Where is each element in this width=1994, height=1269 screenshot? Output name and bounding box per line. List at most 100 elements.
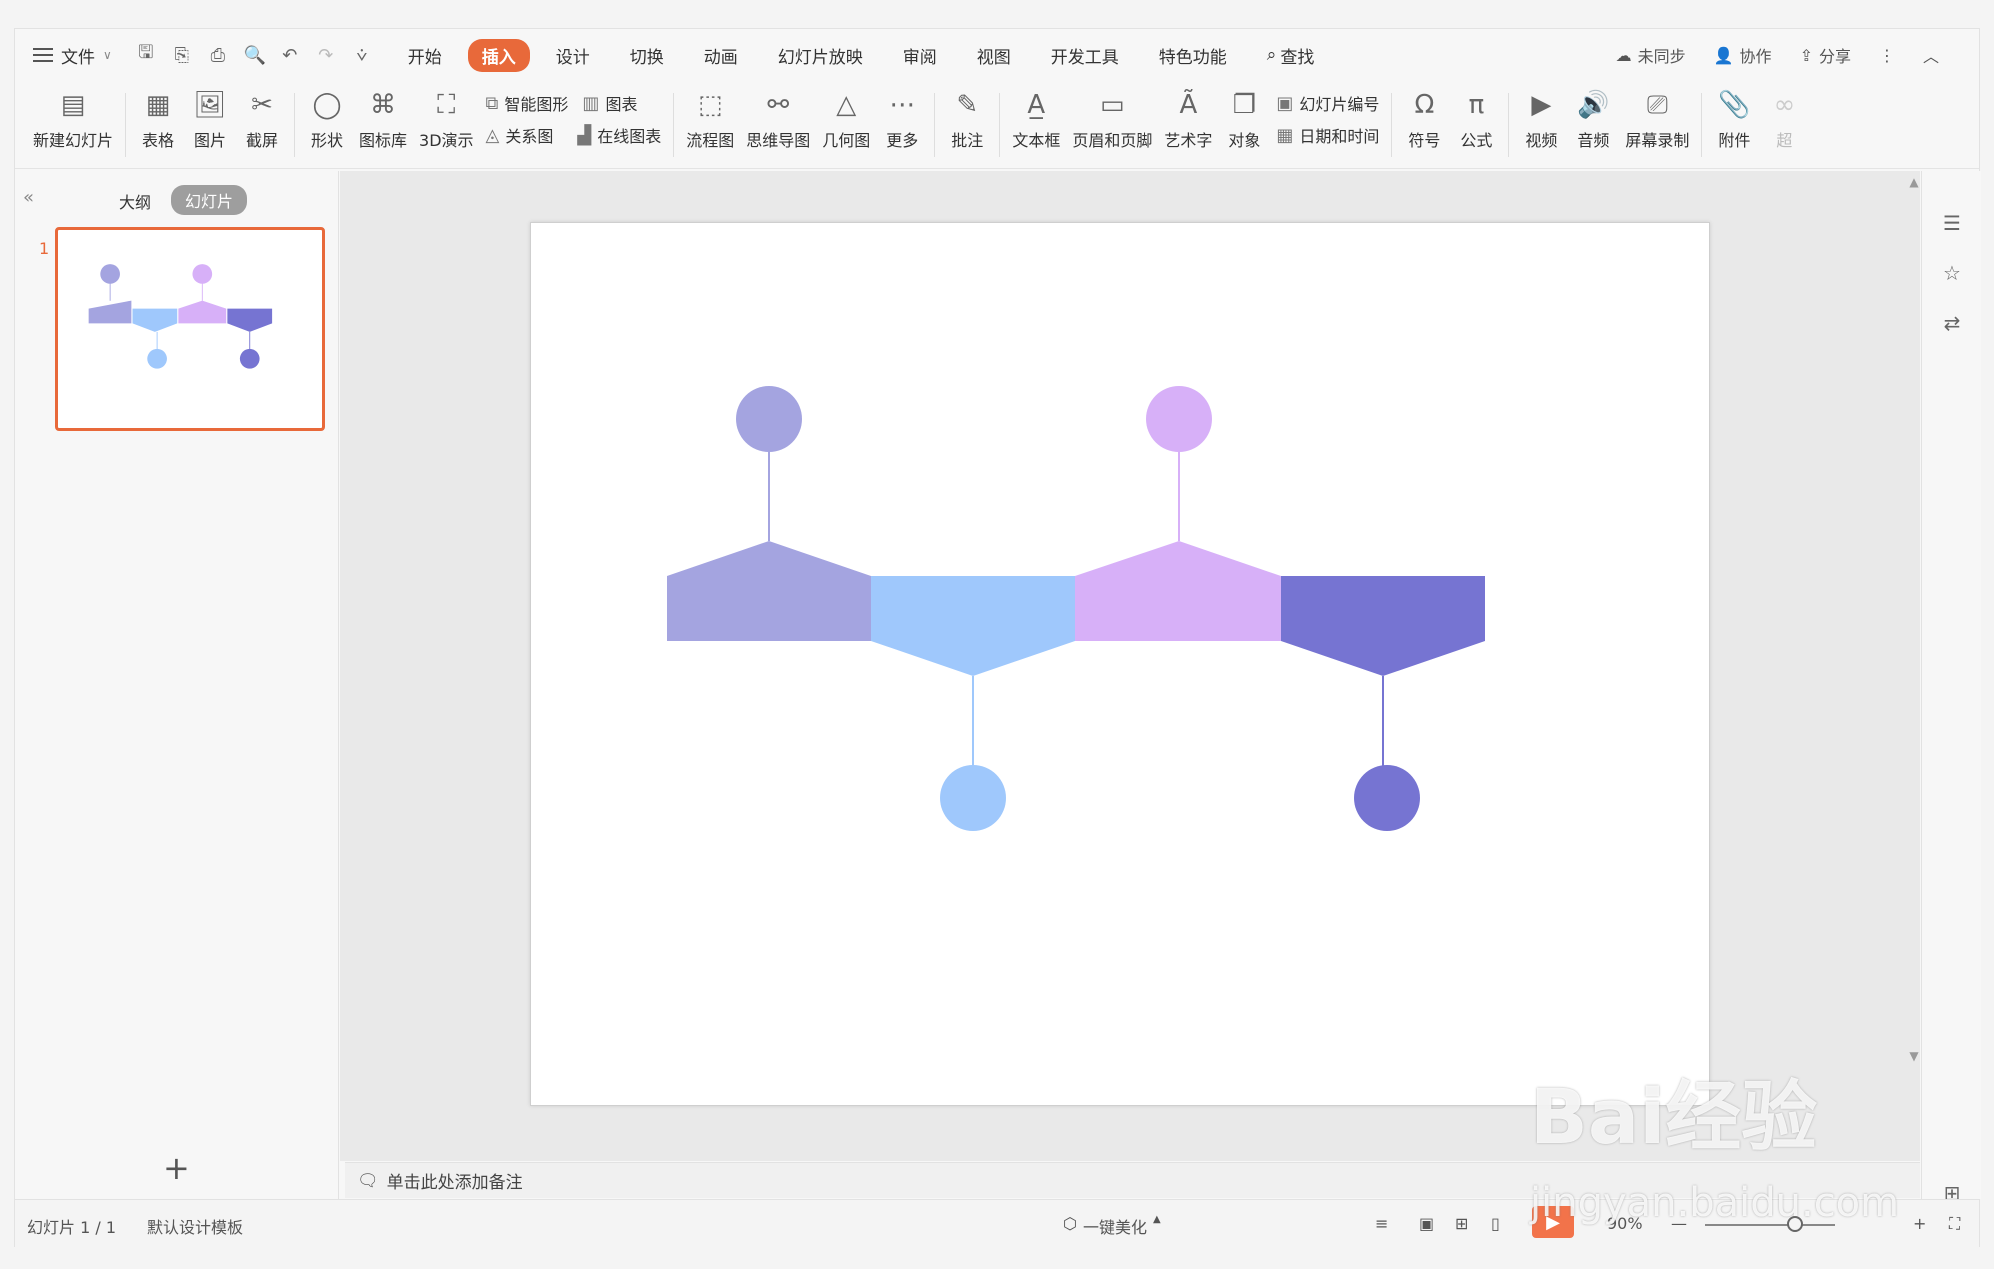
slide-canvas[interactable] bbox=[530, 222, 1710, 1106]
more-button[interactable]: ⋯ 更多 bbox=[876, 81, 928, 151]
video-icon: ▶ bbox=[1531, 90, 1552, 120]
header-footer-button[interactable]: ▭ 页眉和页脚 bbox=[1066, 81, 1158, 151]
online-chart-label[interactable]: 在线图表 bbox=[597, 123, 661, 147]
relation-button[interactable]: ◬ 关系图 ▟ 在线图表 bbox=[486, 123, 662, 147]
pentagon-down-4[interactable] bbox=[1281, 576, 1485, 676]
search-button[interactable]: ⌕ 查找 bbox=[1253, 39, 1329, 72]
smart-art-label: 智能图形 bbox=[504, 95, 569, 114]
swap-icon[interactable]: ⇄ bbox=[1940, 311, 1964, 335]
divider bbox=[999, 93, 1001, 157]
object-icon: ❐ bbox=[1232, 90, 1257, 120]
formula-button[interactable]: π 公式 bbox=[1450, 81, 1502, 151]
mindmap-button[interactable]: ⚯ 思维导图 bbox=[740, 81, 816, 151]
collapse-panel-icon[interactable]: « bbox=[23, 187, 34, 208]
file-menu[interactable]: 文件 ∨ bbox=[33, 43, 112, 68]
audio-button[interactable]: 🔊 音频 bbox=[1567, 81, 1619, 151]
collapse-ribbon-icon[interactable]: ︿ bbox=[1923, 43, 1939, 67]
reading-view-icon[interactable]: ▯ bbox=[1491, 1214, 1500, 1233]
table-button[interactable]: ▦ 表格 bbox=[132, 81, 184, 151]
hyperlink-button[interactable]: ∞ 超 bbox=[1760, 81, 1808, 151]
slide-thumbnail-number: 1 bbox=[39, 239, 50, 258]
scroll-down-icon[interactable]: ▼ bbox=[1907, 1049, 1921, 1063]
pentagon-up-3[interactable] bbox=[1075, 541, 1281, 641]
3d-demo-button[interactable]: ⛶ 3D演示 bbox=[413, 81, 480, 151]
screenshot-button[interactable]: ✂ 截屏 bbox=[236, 81, 288, 151]
tab-features[interactable]: 特色功能 bbox=[1145, 39, 1241, 72]
tab-animation[interactable]: 动画 bbox=[690, 39, 752, 72]
speaker-icon: 🔊 bbox=[1577, 90, 1610, 120]
scroll-up-icon[interactable]: ▲ bbox=[1907, 175, 1921, 189]
chart-label[interactable]: 图表 bbox=[605, 91, 637, 115]
sync-button[interactable]: ☁ 未同步 bbox=[1616, 43, 1686, 67]
normal-view-icon[interactable]: ▣ bbox=[1419, 1214, 1434, 1233]
attachment-button[interactable]: 📎 附件 bbox=[1708, 81, 1760, 151]
tab-insert[interactable]: 插入 bbox=[467, 38, 530, 72]
date-time-button[interactable]: ▦ 日期和时间 bbox=[1276, 123, 1379, 147]
tab-home[interactable]: 开始 bbox=[394, 39, 456, 72]
slide-number-button[interactable]: ▣ 幻灯片编号 bbox=[1276, 91, 1379, 115]
tab-view[interactable]: 视图 bbox=[963, 39, 1025, 72]
comment-button[interactable]: ✎ 批注 bbox=[941, 81, 993, 151]
smart-art-button[interactable]: ⧉ 智能图形 ▥ 图表 bbox=[486, 91, 638, 115]
fit-window-icon[interactable]: ⛶ bbox=[1949, 1214, 1960, 1234]
divider bbox=[294, 93, 296, 157]
new-slide-button[interactable]: ▤ 新建幻灯片 bbox=[27, 81, 119, 151]
sliders-icon[interactable]: ☰ bbox=[1940, 211, 1964, 235]
star-icon[interactable]: ☆ bbox=[1940, 261, 1964, 285]
shape-button[interactable]: ◯ 形状 bbox=[301, 81, 353, 151]
pentagon-down-2[interactable] bbox=[871, 576, 1075, 676]
wordart-button[interactable]: Ã 艺术字 bbox=[1158, 81, 1218, 151]
sorter-view-icon[interactable]: ⊞ bbox=[1455, 1214, 1468, 1233]
screen-record-button[interactable]: ⎚ 屏幕录制 bbox=[1619, 81, 1695, 151]
online-chart-icon: ▟ bbox=[577, 124, 592, 146]
print-preview-icon[interactable]: 🔍 bbox=[244, 45, 266, 66]
tab-transition[interactable]: 切换 bbox=[616, 39, 678, 72]
search-label: 查找 bbox=[1280, 47, 1315, 68]
picture-button[interactable]: 🖼 图片 bbox=[184, 81, 236, 151]
node-circle-2[interactable] bbox=[940, 765, 1006, 831]
picture-icon: 🖼 bbox=[193, 90, 227, 120]
collab-button[interactable]: 👤 协作 bbox=[1714, 43, 1772, 67]
node-circle-1[interactable] bbox=[736, 386, 802, 452]
beautify-button[interactable]: ⬡ 一键美化 ▲ bbox=[1063, 1214, 1161, 1238]
template-name[interactable]: 默认设计模板 bbox=[147, 1214, 243, 1238]
formula-label: 公式 bbox=[1460, 131, 1493, 150]
redo-icon[interactable]: ↷ bbox=[316, 45, 336, 66]
undo-icon[interactable]: ↶ bbox=[280, 45, 300, 66]
new-slide-icon: ▤ bbox=[60, 90, 86, 120]
notes-placeholder: 单击此处添加备注 bbox=[386, 1173, 523, 1193]
slide-thumbnail[interactable] bbox=[55, 227, 325, 431]
object-button[interactable]: ❐ 对象 bbox=[1218, 81, 1270, 151]
share-button[interactable]: ⇪ 分享 bbox=[1800, 43, 1851, 67]
icon-library-button[interactable]: ⌘ 图标库 bbox=[353, 81, 413, 151]
customize-icon[interactable]: ⩒ bbox=[352, 45, 372, 66]
tab-outline[interactable]: 大纲 bbox=[119, 189, 151, 213]
tab-slideshow[interactable]: 幻灯片放映 bbox=[764, 39, 877, 72]
tab-design[interactable]: 设计 bbox=[542, 39, 604, 72]
node-circle-3[interactable] bbox=[1146, 386, 1212, 452]
textbox-label: 文本框 bbox=[1012, 131, 1061, 150]
add-slide-button[interactable]: + bbox=[163, 1149, 190, 1187]
textbox-button[interactable]: A̲ 文本框 bbox=[1006, 81, 1066, 151]
symbol-button[interactable]: Ω 符号 bbox=[1398, 81, 1450, 151]
geometry-button[interactable]: △ 几何图 bbox=[816, 81, 876, 151]
save-icon[interactable]: 🖫 bbox=[136, 40, 156, 70]
vertical-scrollbar[interactable]: ▲ ▼ bbox=[1907, 171, 1921, 1161]
slide-number-group: ▣ 幻灯片编号 ▦ 日期和时间 bbox=[1270, 81, 1385, 147]
tab-developer[interactable]: 开发工具 bbox=[1037, 39, 1133, 72]
divider bbox=[1391, 93, 1393, 157]
tab-slides[interactable]: 幻灯片 bbox=[171, 185, 248, 215]
print-icon[interactable]: ⎙ bbox=[208, 45, 228, 66]
zoom-in-icon[interactable]: + bbox=[1913, 1214, 1926, 1233]
format-painter-icon[interactable]: ⎘ bbox=[172, 45, 192, 66]
watermark-logo: Bai经验 bbox=[1530, 1072, 1818, 1161]
node-circle-4[interactable] bbox=[1354, 765, 1420, 831]
more-vertical-icon[interactable]: ⋮ bbox=[1879, 46, 1895, 65]
flowchart-button[interactable]: ⬚ 流程图 bbox=[680, 81, 740, 151]
timeline-diagram bbox=[667, 386, 1485, 831]
pentagon-up-1[interactable] bbox=[667, 541, 871, 641]
tab-review[interactable]: 审阅 bbox=[889, 39, 951, 72]
video-button[interactable]: ▶ 视频 bbox=[1515, 81, 1567, 151]
notes-toggle-icon[interactable]: ≡ bbox=[1375, 1214, 1388, 1233]
notes-icon: 🗨 bbox=[357, 1170, 379, 1191]
